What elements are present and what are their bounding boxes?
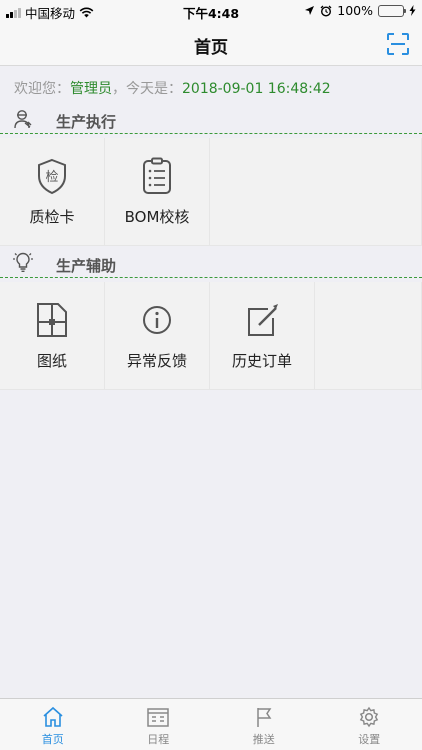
battery-percent: 100% (337, 3, 373, 18)
battery-icon (378, 4, 406, 17)
tab-settings[interactable]: 设置 (317, 699, 422, 750)
tab-label: 日程 (147, 733, 170, 746)
edit-note-icon (248, 304, 278, 336)
flag-icon (257, 708, 272, 727)
calendar-icon (147, 708, 169, 727)
tile-empty (210, 138, 422, 246)
welcome-user: 管理员 (70, 81, 112, 97)
welcome-datetime: 2018-09-01 16:48:42 (182, 81, 331, 97)
charging-bolt-icon (409, 5, 416, 16)
tile-label: 历史订单 (231, 352, 292, 370)
tab-label: 推送 (252, 733, 275, 746)
worker-icon (14, 110, 32, 129)
location-arrow-icon (305, 6, 315, 15)
section-grid-assist: 图纸 异常反馈 历史订单 (0, 282, 422, 390)
svg-text:检: 检 (45, 170, 58, 185)
welcome-prefix: 欢迎您： (14, 81, 70, 97)
status-right: 100% (304, 3, 416, 18)
info-circle-icon (143, 306, 171, 334)
section-title: 生产辅助 (56, 257, 117, 275)
tab-label: 首页 (41, 733, 64, 746)
tab-label: 设置 (358, 733, 381, 746)
section-grid-production: 检 质检卡 BOM校核 (0, 138, 422, 246)
tab-schedule[interactable]: 日程 (106, 699, 212, 750)
tile-bom-check[interactable]: BOM校核 (105, 138, 210, 246)
scan-icon[interactable] (386, 32, 410, 56)
welcome-line: 欢迎您：管理员，今天是：2018-09-01 16:48:42 (14, 78, 331, 98)
tile-quality-card[interactable]: 检 质检卡 (0, 138, 105, 246)
section-header-assist: 生产辅助 (0, 250, 422, 278)
home-icon (43, 706, 63, 727)
lightbulb-icon (13, 252, 33, 272)
welcome-middle: ，今天是： (112, 81, 182, 97)
tab-bar: 首页 日程 推送 设置 (0, 698, 422, 750)
page-title: 首页 (194, 38, 228, 58)
tile-exception-feedback[interactable]: 异常反馈 (105, 282, 210, 390)
navbar: 首页 (0, 22, 422, 66)
tile-empty (315, 282, 422, 390)
tile-drawings[interactable]: 图纸 (0, 282, 105, 390)
tile-label: 异常反馈 (126, 352, 187, 370)
tile-label: BOM校核 (124, 208, 190, 226)
status-bar: 中国移动 下午4:48 100% (0, 0, 422, 22)
gear-icon (360, 706, 379, 728)
tab-home[interactable]: 首页 (0, 699, 106, 750)
section-header-production: 生产执行 (0, 106, 422, 134)
tile-order-history[interactable]: 历史订单 (210, 282, 315, 390)
inspection-shield-icon: 检 (38, 158, 66, 195)
checklist-clipboard-icon (143, 157, 171, 194)
alarm-icon (320, 5, 332, 17)
tile-label: 质检卡 (29, 208, 75, 226)
drawing-blueprint-icon (37, 303, 67, 337)
tile-label: 图纸 (36, 352, 67, 370)
section-title: 生产执行 (56, 113, 117, 131)
tab-push[interactable]: 推送 (211, 699, 317, 750)
